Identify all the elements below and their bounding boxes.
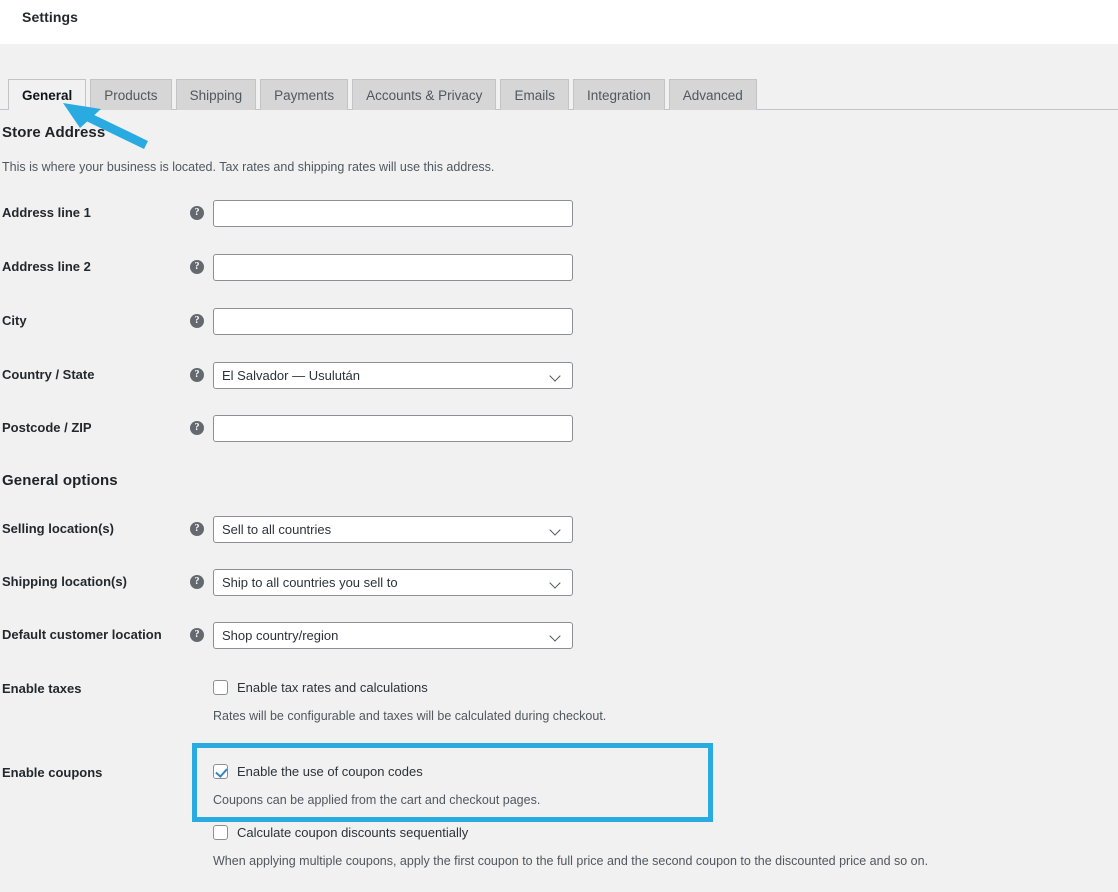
label-shipping-locations: Shipping location(s) <box>2 574 127 589</box>
description-sequential-coupons: When applying multiple coupons, apply th… <box>213 854 929 868</box>
label-selling-locations: Selling location(s) <box>2 521 114 536</box>
general-options-heading: General options <box>2 472 118 489</box>
tab-general[interactable]: General <box>8 79 87 110</box>
field-row-shipping-locations: Shipping location(s) ? Ship to all count… <box>0 569 1118 601</box>
checkbox-row-sequential-coupons[interactable]: Calculate coupon discounts sequentially <box>213 825 468 840</box>
tab-products-label: Products <box>104 87 158 103</box>
label-address-line-1: Address line 1 <box>2 205 91 220</box>
label-city: City <box>2 313 27 328</box>
description-enable-taxes: Rates will be configurable and taxes wil… <box>213 709 607 723</box>
help-icon-shipping-locations[interactable]: ? <box>190 575 204 589</box>
help-icon-city[interactable]: ? <box>190 314 204 328</box>
input-city[interactable] <box>213 308 573 335</box>
tab-advanced[interactable]: Advanced <box>668 79 757 110</box>
select-default-customer-location[interactable]: Shop country/region <box>213 622 573 649</box>
checkbox-sequential-coupons[interactable] <box>213 825 228 840</box>
tab-shipping-label: Shipping <box>189 87 243 103</box>
tab-payments[interactable]: Payments <box>260 79 349 110</box>
select-shipping-locations[interactable]: Ship to all countries you sell to <box>213 569 573 596</box>
checkbox-label-enable-taxes: Enable tax rates and calculations <box>237 680 428 695</box>
tab-products[interactable]: Products <box>90 79 172 110</box>
checkbox-row-enable-taxes[interactable]: Enable tax rates and calculations <box>213 680 428 695</box>
select-selling-locations[interactable]: Sell to all countries <box>213 516 573 543</box>
chevron-down-icon <box>550 630 562 642</box>
field-row-country-state: Country / State ? El Salvador — Usulután <box>0 362 1118 394</box>
help-icon-address-line-1[interactable]: ? <box>190 206 204 220</box>
tab-payments-label: Payments <box>274 87 335 103</box>
field-row-postcode-zip: Postcode / ZIP ? <box>0 415 1118 447</box>
chevron-down-icon <box>550 370 562 382</box>
settings-page: Settings General Products Shipping Payme… <box>0 0 1118 892</box>
highlight-box-annotation <box>192 743 713 822</box>
tab-accounts-privacy[interactable]: Accounts & Privacy <box>352 79 497 110</box>
settings-tabs: General Products Shipping Payments Accou… <box>0 78 1118 110</box>
checkbox-enable-taxes[interactable] <box>213 680 228 695</box>
select-shipping-locations-value: Ship to all countries you sell to <box>222 575 398 590</box>
tab-emails[interactable]: Emails <box>500 79 569 110</box>
help-icon-selling-locations[interactable]: ? <box>190 522 204 536</box>
tab-emails-label: Emails <box>514 87 555 103</box>
help-icon-country-state[interactable]: ? <box>190 368 204 382</box>
label-enable-coupons: Enable coupons <box>2 765 103 780</box>
store-address-description: This is where your business is located. … <box>2 160 495 174</box>
store-address-heading: Store Address <box>2 124 106 141</box>
select-country-state[interactable]: El Salvador — Usulután <box>213 362 573 389</box>
field-row-default-customer-location: Default customer location ? Shop country… <box>0 622 1118 654</box>
input-postcode-zip[interactable] <box>213 415 573 442</box>
field-row-city: City ? <box>0 308 1118 340</box>
chevron-down-icon <box>550 524 562 536</box>
input-address-line-1[interactable] <box>213 200 573 227</box>
tab-integration[interactable]: Integration <box>572 79 665 110</box>
select-selling-locations-value: Sell to all countries <box>222 522 332 537</box>
label-country-state: Country / State <box>2 367 95 382</box>
help-icon-default-customer-location[interactable]: ? <box>190 628 204 642</box>
tab-general-label: General <box>22 87 73 103</box>
field-row-address-line-1: Address line 1 ? <box>0 200 1118 232</box>
tab-shipping[interactable]: Shipping <box>175 79 257 110</box>
select-country-state-value: El Salvador — Usulután <box>222 368 361 383</box>
field-row-address-line-2: Address line 2 ? <box>0 254 1118 286</box>
description-enable-coupons: Coupons can be applied from the cart and… <box>213 793 541 807</box>
tab-advanced-label: Advanced <box>682 87 743 103</box>
input-address-line-2[interactable] <box>213 254 573 281</box>
help-icon-postcode-zip[interactable]: ? <box>190 421 204 435</box>
select-default-customer-location-value: Shop country/region <box>222 628 339 643</box>
checkbox-row-enable-coupons[interactable]: Enable the use of coupon codes <box>213 764 423 779</box>
checkbox-enable-coupons[interactable] <box>213 764 228 779</box>
label-enable-taxes: Enable taxes <box>2 681 82 696</box>
page-title: Settings <box>22 9 79 25</box>
checkbox-label-enable-coupons: Enable the use of coupon codes <box>237 764 423 779</box>
help-icon-address-line-2[interactable]: ? <box>190 260 204 274</box>
field-row-selling-locations: Selling location(s) ? Sell to all countr… <box>0 516 1118 548</box>
label-default-customer-location: Default customer location <box>2 627 162 642</box>
label-address-line-2: Address line 2 <box>2 259 91 274</box>
chevron-down-icon <box>550 577 562 589</box>
tab-accounts-privacy-label: Accounts & Privacy <box>366 87 483 103</box>
tab-integration-label: Integration <box>586 87 651 103</box>
page-header: Settings <box>0 0 1118 44</box>
label-postcode-zip: Postcode / ZIP <box>2 420 92 435</box>
checkbox-label-sequential-coupons: Calculate coupon discounts sequentially <box>237 825 469 840</box>
